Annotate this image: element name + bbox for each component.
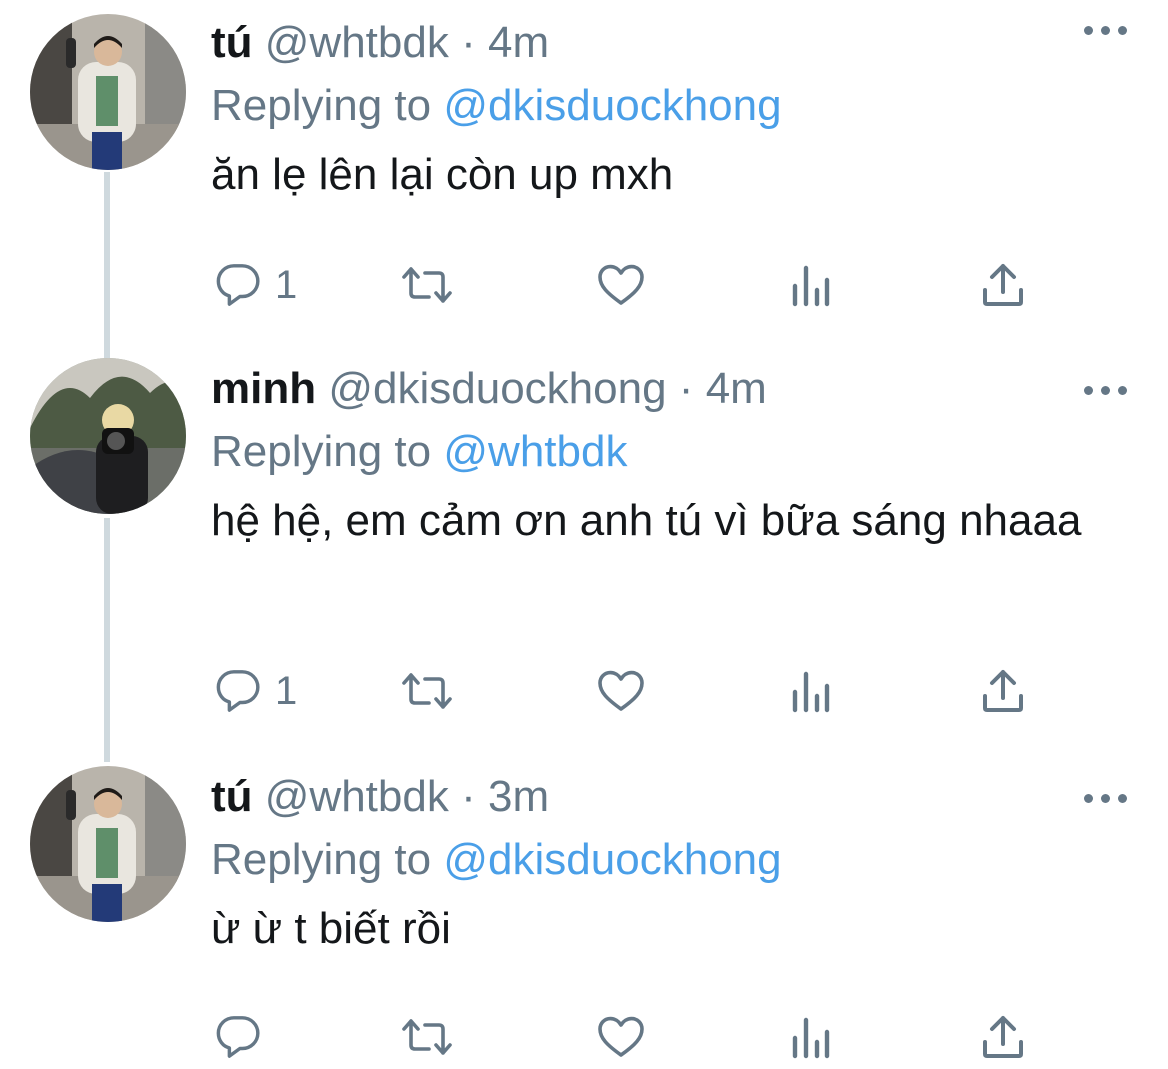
retweet-button[interactable]: [401, 666, 453, 716]
separator: ·: [678, 364, 694, 413]
replying-to: Replying to @whtbdk: [211, 426, 1128, 478]
timestamp[interactable]: 4m: [706, 364, 767, 413]
like-button[interactable]: [597, 666, 645, 716]
like-icon: [598, 1016, 644, 1057]
like-button[interactable]: [597, 1012, 645, 1062]
replying-to-label: Replying to: [211, 427, 432, 476]
action-bar: [211, 1012, 1041, 1062]
action-bar: 1: [211, 260, 1041, 310]
reply-button[interactable]: [215, 1012, 275, 1062]
handle[interactable]: @whtbdk: [265, 18, 449, 67]
like-icon: [598, 264, 644, 305]
avatar[interactable]: [30, 14, 186, 170]
analytics-icon: [792, 265, 830, 307]
tweet-header: tú @whtbdk · 3m: [211, 772, 1128, 822]
mention-link[interactable]: @dkisduockhong: [443, 81, 781, 130]
analytics-button[interactable]: [791, 260, 831, 310]
share-button[interactable]: [981, 666, 1025, 716]
analytics-button[interactable]: [791, 666, 831, 716]
separator: ·: [461, 18, 476, 67]
tweet[interactable]: tú @whtbdk · 3m Replying to @dkisduockho…: [0, 750, 1168, 1069]
retweet-icon: [402, 1019, 452, 1055]
handle[interactable]: @whtbdk: [265, 772, 449, 821]
reply-count: 1: [275, 263, 298, 307]
analytics-button[interactable]: [791, 1012, 831, 1062]
retweet-button[interactable]: [401, 1012, 453, 1062]
separator: ·: [461, 772, 476, 821]
replying-to: Replying to @dkisduockhong: [211, 80, 1128, 132]
reply-icon: [216, 1016, 260, 1058]
share-button[interactable]: [981, 1012, 1025, 1062]
tweet-text: ừ ừ t biết rồi: [211, 904, 451, 953]
display-name[interactable]: minh: [211, 364, 316, 413]
reply-icon: [216, 264, 260, 306]
like-button[interactable]: [597, 260, 645, 310]
display-name[interactable]: tú: [211, 18, 253, 67]
tweet[interactable]: tú @whtbdk · 4m Replying to @dkisduockho…: [0, 0, 1168, 340]
analytics-icon: [792, 671, 830, 713]
mention-link[interactable]: @whtbdk: [443, 427, 627, 476]
tweet-header: tú @whtbdk · 4m: [211, 18, 1128, 68]
reply-icon: [216, 670, 260, 712]
reply-button[interactable]: 1: [215, 260, 297, 310]
retweet-icon: [402, 673, 452, 709]
reply-button[interactable]: 1: [215, 666, 297, 716]
replying-to-label: Replying to: [211, 835, 432, 884]
timestamp[interactable]: 4m: [488, 18, 549, 67]
share-icon: [983, 264, 1023, 306]
like-icon: [598, 670, 644, 711]
tweet-text: ăn lẹ lên lại còn up mxh: [211, 150, 674, 199]
mention-link[interactable]: @dkisduockhong: [443, 835, 781, 884]
analytics-icon: [792, 1017, 830, 1059]
share-icon: [983, 1016, 1023, 1058]
retweet-icon: [402, 267, 452, 303]
avatar[interactable]: [30, 766, 186, 922]
tweet[interactable]: minh @dkisduockhong · 4m Replying to @wh…: [0, 340, 1168, 750]
action-bar: 1: [211, 666, 1041, 716]
tweet-header: minh @dkisduockhong · 4m: [211, 364, 1128, 414]
retweet-button[interactable]: [401, 260, 453, 310]
timestamp[interactable]: 3m: [488, 772, 549, 821]
reply-count: 1: [275, 669, 298, 713]
share-button[interactable]: [981, 260, 1025, 310]
display-name[interactable]: tú: [211, 772, 253, 821]
share-icon: [983, 670, 1023, 712]
tweet-text: hệ hệ, em cảm ơn anh tú vì bữa sáng nhaa…: [211, 496, 1082, 545]
replying-to-label: Replying to: [211, 81, 432, 130]
avatar[interactable]: [30, 358, 186, 514]
handle[interactable]: @dkisduockhong: [328, 364, 666, 413]
replying-to: Replying to @dkisduockhong: [211, 834, 1128, 886]
